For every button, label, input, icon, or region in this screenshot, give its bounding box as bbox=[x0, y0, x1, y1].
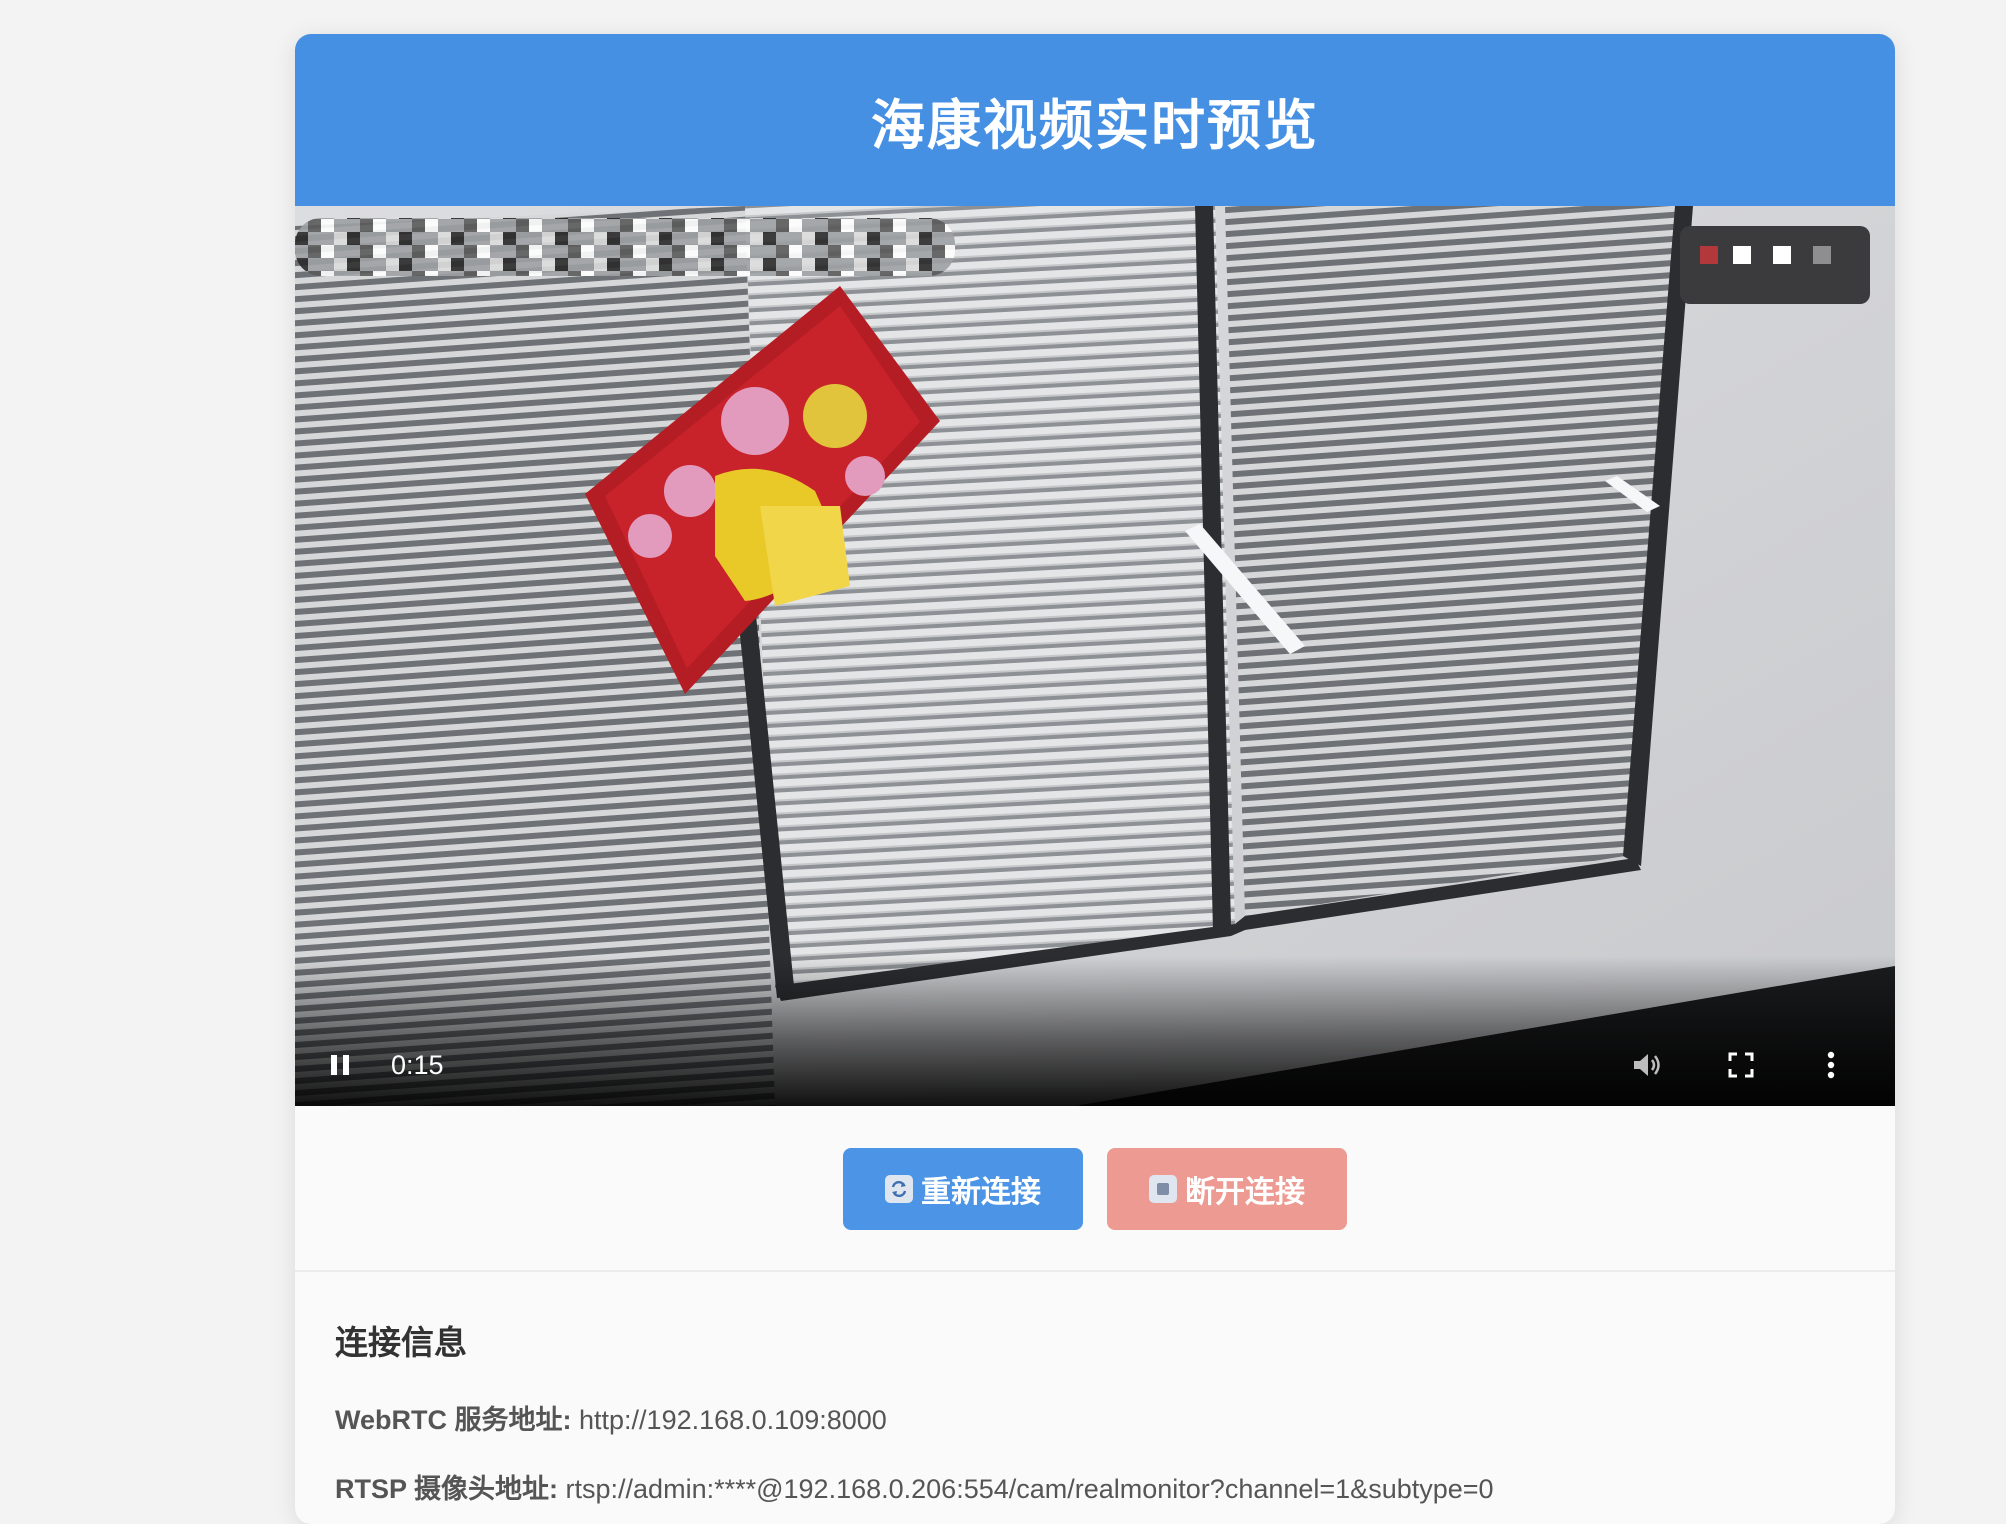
disconnect-button[interactable]: 断开连接 bbox=[1107, 1148, 1347, 1230]
connection-info-title: 连接信息 bbox=[335, 1323, 467, 1362]
stop-icon bbox=[1149, 1175, 1177, 1203]
speaker-icon bbox=[1634, 1054, 1660, 1076]
pause-button[interactable] bbox=[325, 1050, 355, 1080]
rtsp-address-row: RTSP 摄像头地址: rtsp://admin:****@192.168.0.… bbox=[335, 1467, 1855, 1506]
header-bar: 海康视频实时预览 bbox=[295, 34, 1895, 206]
preview-card: 海康视频实时预览 0:15 重新连接 断开连接 连接信息 WebRTC 服务地址… bbox=[295, 34, 1895, 1524]
webrtc-address-row: WebRTC 服务地址: http://192.168.0.109:8000 bbox=[335, 1398, 1855, 1437]
video-player[interactable]: 0:15 bbox=[295, 206, 1895, 1106]
section-divider bbox=[295, 1270, 1895, 1272]
video-controls: 0:15 bbox=[295, 956, 1895, 1106]
rtsp-address-label: RTSP 摄像头地址: bbox=[335, 1474, 559, 1504]
rtsp-address-value: rtsp://admin:****@192.168.0.206:554/cam/… bbox=[565, 1474, 1494, 1504]
webrtc-address-label: WebRTC 服务地址: bbox=[335, 1405, 572, 1435]
page-title: 海康视频实时预览 bbox=[871, 93, 1319, 157]
reconnect-button[interactable]: 重新连接 bbox=[843, 1148, 1083, 1230]
more-vertical-icon bbox=[1827, 1051, 1835, 1079]
fullscreen-button[interactable] bbox=[1726, 1050, 1756, 1080]
connection-info: 连接信息 WebRTC 服务地址: http://192.168.0.109:8… bbox=[335, 1316, 1855, 1524]
reconnect-label: 重新连接 bbox=[921, 1175, 1041, 1210]
disconnect-label: 断开连接 bbox=[1185, 1175, 1305, 1210]
current-time: 0:15 bbox=[391, 1049, 444, 1080]
action-buttons: 重新连接 断开连接 bbox=[295, 1148, 1895, 1232]
webrtc-address-value: http://192.168.0.109:8000 bbox=[579, 1405, 887, 1435]
refresh-icon bbox=[885, 1175, 913, 1203]
more-options-button[interactable] bbox=[1821, 1050, 1841, 1080]
volume-button[interactable] bbox=[1631, 1050, 1665, 1080]
fullscreen-icon bbox=[1728, 1052, 1754, 1078]
pause-icon bbox=[331, 1055, 349, 1075]
